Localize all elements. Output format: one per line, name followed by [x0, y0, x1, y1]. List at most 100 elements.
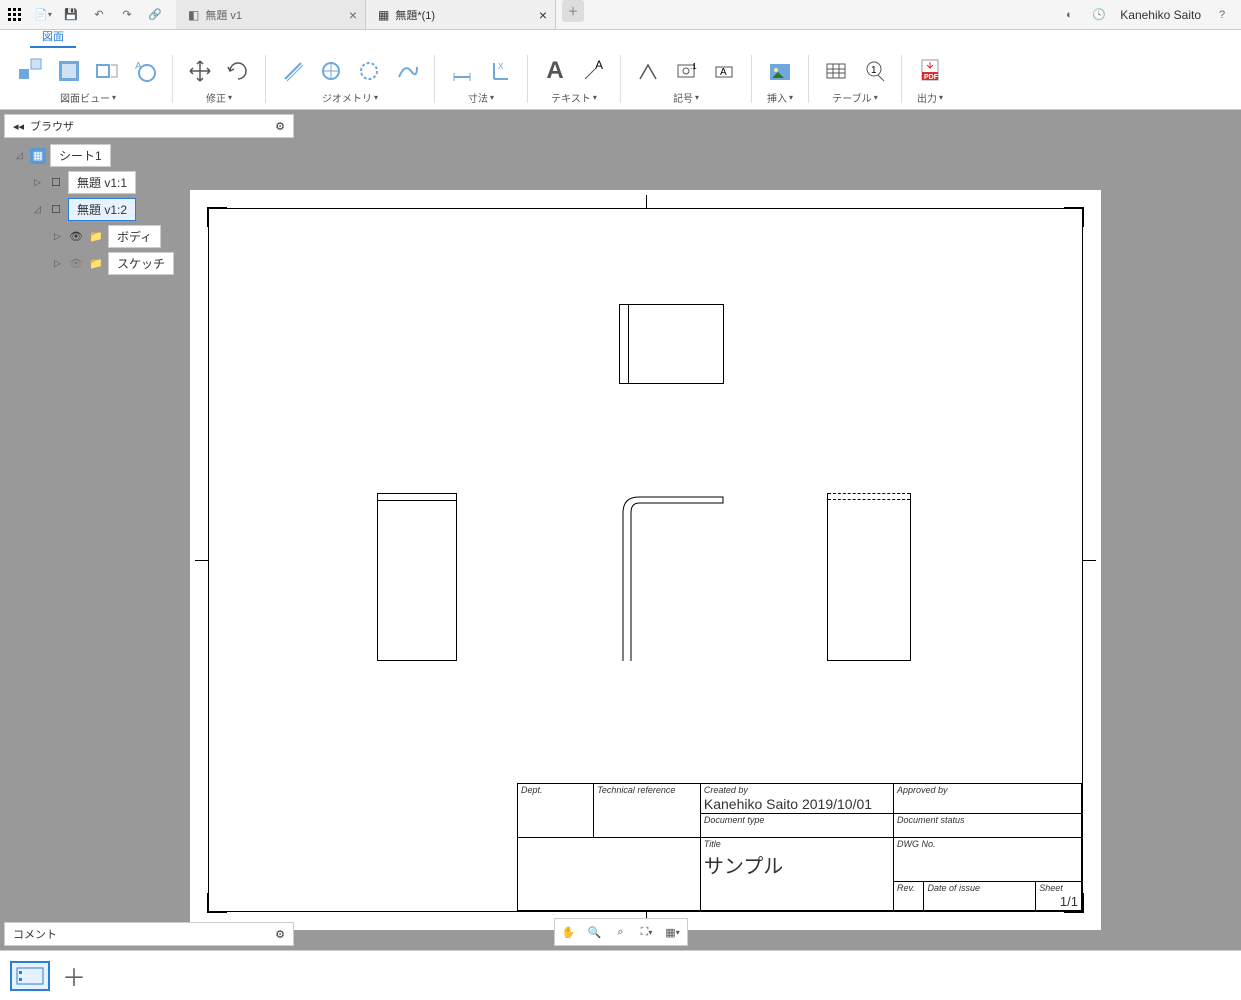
leader-icon[interactable]: A: [576, 54, 610, 88]
add-sheet-icon[interactable]: ＋: [62, 958, 86, 993]
modify-label[interactable]: 修正▾: [206, 90, 232, 107]
add-tab-icon[interactable]: ＋: [562, 0, 584, 22]
table-label[interactable]: テーブル▾: [832, 90, 877, 107]
detail-view-icon[interactable]: A: [128, 54, 162, 88]
display-style-icon[interactable]: ▦▾: [661, 921, 685, 943]
surface-icon[interactable]: [631, 54, 665, 88]
title-block[interactable]: Dept. Technical reference Created byKane…: [517, 783, 1082, 911]
drawing-icon: ▦: [378, 8, 389, 22]
drawing-view-front[interactable]: [615, 493, 725, 661]
tb-title-label: Title: [704, 839, 721, 849]
svg-text:1: 1: [871, 65, 877, 76]
redo-icon[interactable]: ↷: [118, 6, 136, 24]
fit-icon[interactable]: ⛶▾: [635, 921, 659, 943]
folder-icon: 📁: [88, 256, 104, 272]
ordinate-icon[interactable]: X: [483, 54, 517, 88]
zoom-window-icon[interactable]: ⌕: [609, 921, 633, 943]
ribbon-tab-drawing[interactable]: 図面: [30, 26, 76, 48]
tb-createdby-value: Kanehiko Saito 2019/10/01: [704, 796, 872, 812]
tb-docstatus-label: Document status: [897, 815, 965, 825]
visibility-off-icon[interactable]: 👁: [68, 256, 84, 272]
tb-sheet-label: Sheet: [1039, 883, 1063, 893]
tb-sheet-value: 1/1: [1060, 894, 1078, 909]
geometry-label[interactable]: ジオメトリ▾: [322, 90, 378, 107]
close-icon[interactable]: ×: [349, 7, 357, 23]
sheet-thumbnail[interactable]: [10, 961, 50, 991]
text-label[interactable]: テキスト▾: [551, 90, 597, 107]
tb-techref-label: Technical reference: [597, 785, 675, 795]
circle-icon[interactable]: [314, 54, 348, 88]
collapse-icon[interactable]: ◿: [34, 204, 44, 215]
spline-icon[interactable]: [390, 54, 424, 88]
feature-frame-icon[interactable]: A: [707, 54, 741, 88]
browser-header[interactable]: ◂◂ブラウザ ⚙: [4, 114, 294, 138]
tree-sheet[interactable]: ◿ ▦ シート1: [4, 142, 294, 169]
comment-title: コメント: [13, 926, 57, 942]
extensions-icon[interactable]: ◐: [1060, 6, 1078, 24]
toolbar: A 図面ビュー▾ 修正▾ ジオメトリ▾ X 寸法▾ A A テキ: [0, 48, 1241, 110]
dimension-icon[interactable]: [445, 54, 479, 88]
ribbon-tabs: 図面: [0, 30, 1241, 48]
pan-icon[interactable]: ✋: [557, 921, 581, 943]
base-view-icon[interactable]: [14, 54, 48, 88]
close-icon[interactable]: ×: [539, 7, 547, 23]
insert-label[interactable]: 挿入▾: [767, 90, 793, 107]
dimension-label[interactable]: 寸法▾: [468, 90, 494, 107]
projected-view-icon[interactable]: [52, 54, 86, 88]
drawing-view-right[interactable]: [827, 493, 911, 661]
drawing-view-left[interactable]: [377, 493, 457, 661]
link-icon[interactable]: 🔗: [146, 6, 164, 24]
save-icon[interactable]: 💾: [62, 6, 80, 24]
text-icon[interactable]: A: [538, 54, 572, 88]
insert-image-icon[interactable]: [762, 54, 798, 90]
settings-icon[interactable]: ⚙: [275, 928, 285, 941]
cube-icon: ◧: [188, 8, 199, 22]
section-view-icon[interactable]: [90, 54, 124, 88]
view-controls: ✋ 🔍 ⌕ ⛶▾ ▦▾: [554, 918, 688, 946]
output-label[interactable]: 出力▾: [917, 90, 943, 107]
tree-label: 無題 v1:2: [68, 198, 136, 221]
table-icon[interactable]: [819, 54, 853, 88]
svg-text:PDF: PDF: [924, 74, 939, 81]
line-icon[interactable]: [276, 54, 310, 88]
undo-icon[interactable]: ↶: [90, 6, 108, 24]
datum-icon[interactable]: .1: [669, 54, 703, 88]
document-icon: ☐: [48, 175, 64, 191]
title-bar: 📄▾ 💾 ↶ ↷ 🔗 ◧ 無題 v1 × ▦ 無題*(1) × ＋ ◐ 🕓 Ka…: [0, 0, 1241, 30]
tb-doctype-label: Document type: [704, 815, 765, 825]
zoom-icon[interactable]: 🔍: [583, 921, 607, 943]
tb-dateissue-label: Date of issue: [927, 883, 980, 893]
collapse-icon[interactable]: ◿: [16, 150, 26, 161]
expand-icon[interactable]: ▷: [54, 231, 64, 242]
tb-approvedby-label: Approved by: [897, 785, 948, 795]
balloon-icon[interactable]: 1: [857, 54, 891, 88]
symbol-label[interactable]: 記号▾: [673, 90, 699, 107]
user-name[interactable]: Kanehiko Saito: [1120, 8, 1201, 22]
svg-text:A: A: [720, 67, 727, 78]
visibility-icon[interactable]: 👁: [68, 229, 84, 245]
view-label[interactable]: 図面ビュー▾: [60, 90, 116, 107]
settings-icon[interactable]: ⚙: [275, 120, 285, 133]
move-icon[interactable]: [183, 54, 217, 88]
apps-icon[interactable]: [6, 6, 24, 24]
drawing-sheet[interactable]: Dept. Technical reference Created byKane…: [190, 190, 1101, 930]
comment-header[interactable]: コメント ⚙: [4, 922, 294, 946]
folder-icon: 📁: [88, 229, 104, 245]
help-icon[interactable]: ?: [1213, 6, 1231, 24]
expand-icon[interactable]: ▷: [54, 258, 64, 269]
collapse-icon[interactable]: ◂◂: [13, 120, 24, 133]
tb-createdby-label: Created by: [704, 785, 748, 795]
expand-icon[interactable]: ▷: [34, 177, 44, 188]
pdf-icon[interactable]: PDF: [912, 54, 948, 90]
tab-inactive[interactable]: ◧ 無題 v1 ×: [176, 0, 366, 29]
main-workspace: ◂◂ブラウザ ⚙ ◿ ▦ シート1 ▷ ☐ 無題 v1:1 ◿ ☐ 無題 v1:…: [0, 110, 1241, 950]
tree-label: ボディ: [108, 225, 161, 248]
svg-text:.1: .1: [690, 62, 697, 71]
svg-text:X: X: [498, 62, 504, 71]
clock-icon[interactable]: 🕓: [1090, 6, 1108, 24]
drawing-view-top[interactable]: [619, 304, 724, 384]
file-icon[interactable]: 📄▾: [34, 6, 52, 24]
tab-active[interactable]: ▦ 無題*(1) ×: [366, 0, 556, 29]
rotate-icon[interactable]: [221, 54, 255, 88]
arc-icon[interactable]: [352, 54, 386, 88]
